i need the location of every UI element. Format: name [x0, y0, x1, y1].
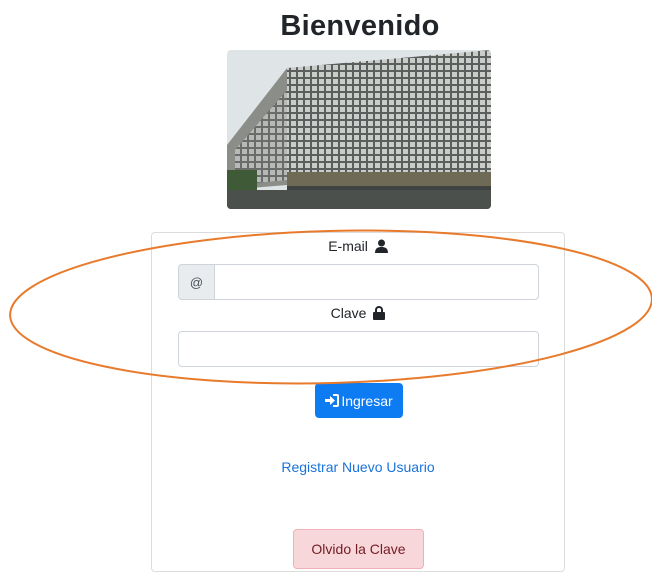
email-input-group: @ — [178, 264, 539, 300]
forgot-password-button[interactable]: Olvido la Clave — [293, 529, 424, 569]
password-input[interactable] — [178, 331, 539, 367]
user-icon — [374, 239, 388, 253]
email-input[interactable] — [214, 264, 539, 300]
email-label-row: E-mail — [151, 238, 565, 254]
password-label: Clave — [330, 305, 367, 321]
at-prefix: @ — [178, 264, 214, 300]
password-label-row: Clave — [151, 305, 565, 321]
building-photo — [227, 50, 491, 209]
login-button[interactable]: Ingresar — [315, 383, 403, 418]
email-label: E-mail — [328, 238, 368, 254]
lock-icon — [373, 306, 386, 320]
register-link[interactable]: Registrar Nuevo Usuario — [151, 459, 565, 475]
login-button-label: Ingresar — [341, 392, 393, 409]
sign-in-icon — [325, 394, 340, 407]
page-title: Bienvenido — [280, 10, 440, 42]
